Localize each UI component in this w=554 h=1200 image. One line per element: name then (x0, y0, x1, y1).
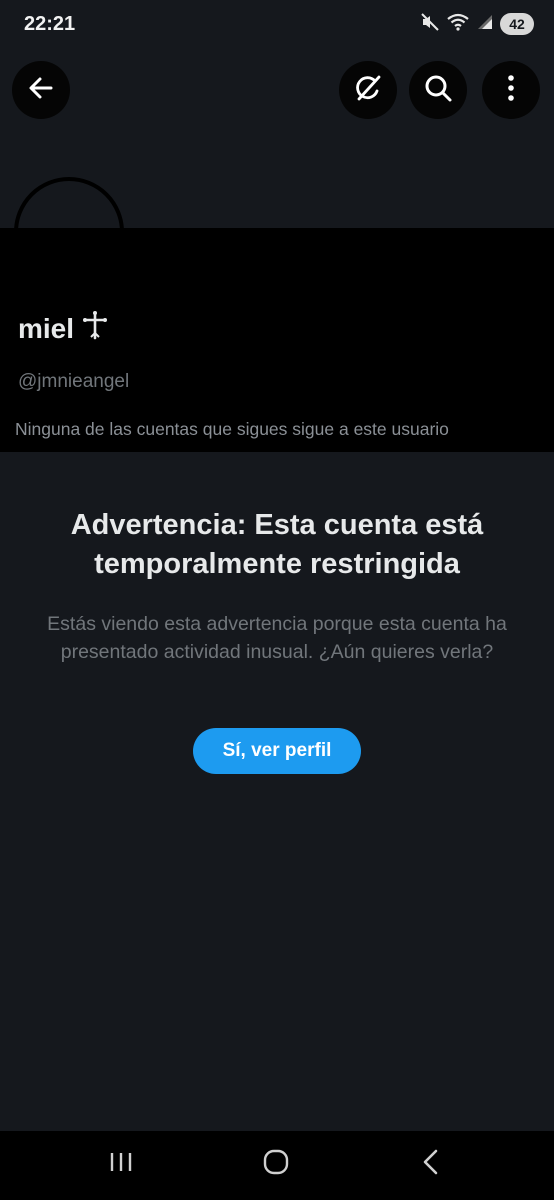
wifi-icon (446, 12, 470, 37)
warning-body: Estás viendo esta advertencia porque est… (47, 613, 507, 663)
system-back-button[interactable] (411, 1149, 451, 1179)
signal-icon (476, 13, 494, 36)
clock: 22:21 (24, 13, 76, 35)
status-bar: 22:21 42 (0, 0, 554, 44)
battery-indicator: 42 (500, 13, 534, 35)
home-button[interactable] (256, 1149, 296, 1179)
status-icons: 42 (420, 12, 534, 36)
cross-symbol-icon (82, 310, 108, 347)
avatar[interactable] (14, 177, 124, 228)
search-button[interactable] (409, 61, 467, 119)
user-handle: @jmnieangel (18, 371, 130, 392)
recent-apps-icon (108, 1150, 134, 1179)
more-options-button[interactable] (482, 61, 540, 119)
system-nav-bar (0, 1131, 554, 1200)
mute-icon (420, 12, 440, 37)
grok-button[interactable] (339, 61, 397, 119)
followers-note: Ninguna de las cuentas que sigues sigue … (15, 419, 449, 439)
recent-apps-button[interactable] (101, 1149, 141, 1179)
back-button[interactable] (12, 61, 70, 119)
avatar-top-clip (0, 177, 554, 228)
display-name-text: miel (18, 312, 75, 344)
back-icon (421, 1149, 441, 1180)
arrow-left-icon (27, 74, 55, 107)
home-icon (262, 1149, 290, 1180)
grok-icon (353, 73, 383, 108)
search-icon (423, 73, 453, 108)
view-profile-button[interactable]: Sí, ver perfil (193, 728, 361, 774)
display-name: miel (18, 310, 108, 347)
more-vertical-icon (507, 74, 515, 107)
warning-title: Advertencia: Esta cuenta está temporalme… (70, 509, 484, 580)
